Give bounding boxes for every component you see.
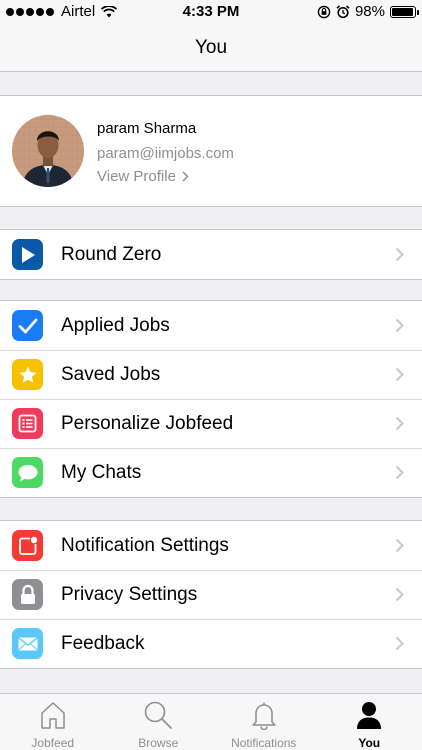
notification-badge-icon [12, 530, 43, 561]
menu-item-round-zero[interactable]: Round Zero [0, 230, 422, 279]
bell-icon [252, 702, 276, 730]
tab-label: Notifications [231, 736, 297, 750]
rotation-lock-icon [317, 5, 331, 18]
checkmark-icon [12, 310, 43, 341]
menu-group-jobs: Applied Jobs Saved Jobs Personalize Jobf… [0, 300, 422, 498]
avatar [12, 115, 84, 187]
menu-group-round-zero: Round Zero [0, 229, 422, 280]
tab-bar: Jobfeed Browse Notifications You [0, 693, 422, 750]
menu-item-label: Round Zero [61, 244, 162, 265]
battery-icon [390, 5, 419, 18]
menu-item-label: Notification Settings [61, 535, 229, 556]
chevron-right-icon [395, 636, 404, 651]
tab-you[interactable]: You [317, 694, 422, 750]
home-icon [41, 702, 65, 729]
play-icon [12, 239, 43, 270]
battery-percent: 98% [354, 3, 385, 20]
chat-bubble-icon [12, 457, 43, 488]
lock-icon [12, 579, 43, 610]
menu-item-label: Personalize Jobfeed [61, 413, 234, 434]
envelope-icon [12, 628, 43, 659]
menu-item-label: Applied Jobs [61, 315, 170, 336]
chevron-right-icon [395, 538, 404, 553]
profile-card[interactable]: param Sharma param@iimjobs.com View Prof… [0, 95, 422, 207]
menu-item-label: Feedback [61, 633, 145, 654]
chevron-right-icon [395, 318, 404, 333]
menu-group-settings: Notification Settings Privacy Settings F… [0, 520, 422, 669]
chevron-right-icon [395, 247, 404, 262]
chevron-right-icon [395, 587, 404, 602]
tab-label: You [358, 736, 381, 750]
page-title: You [194, 37, 228, 58]
menu-item-applied-jobs[interactable]: Applied Jobs [0, 301, 422, 350]
menu-item-saved-jobs[interactable]: Saved Jobs [0, 350, 422, 399]
menu-item-notification-settings[interactable]: Notification Settings [0, 521, 422, 570]
chevron-right-icon [395, 416, 404, 431]
menu-item-label: My Chats [61, 462, 142, 483]
tab-jobfeed[interactable]: Jobfeed [0, 694, 106, 750]
status-bar: Airtel 4:33 PM 98% [0, 0, 422, 24]
menu-item-my-chats[interactable]: My Chats [0, 448, 422, 497]
nav-bar: You [0, 24, 422, 72]
menu-item-label: Privacy Settings [61, 584, 198, 605]
view-profile-label: View Profile [97, 168, 176, 185]
list-icon [12, 408, 43, 439]
menu-item-label: Saved Jobs [61, 364, 161, 385]
profile-email: param@iimjobs.com [97, 145, 234, 162]
menu-item-privacy-settings[interactable]: Privacy Settings [0, 570, 422, 619]
tab-label: Browse [138, 736, 179, 750]
tab-label: Jobfeed [31, 736, 75, 750]
view-profile-link[interactable]: View Profile [97, 168, 189, 185]
status-right: 98% [317, 3, 419, 20]
search-icon [144, 701, 173, 729]
menu-item-feedback[interactable]: Feedback [0, 619, 422, 668]
tab-browse[interactable]: Browse [106, 694, 212, 750]
tab-notifications[interactable]: Notifications [211, 694, 317, 750]
alarm-icon [336, 4, 350, 18]
person-icon [357, 702, 382, 729]
chevron-right-icon [395, 465, 404, 480]
profile-name: param Sharma [97, 120, 197, 137]
star-icon [12, 359, 43, 390]
menu-item-personalize-jobfeed[interactable]: Personalize Jobfeed [0, 399, 422, 448]
chevron-right-icon [182, 171, 189, 182]
chevron-right-icon [395, 367, 404, 382]
